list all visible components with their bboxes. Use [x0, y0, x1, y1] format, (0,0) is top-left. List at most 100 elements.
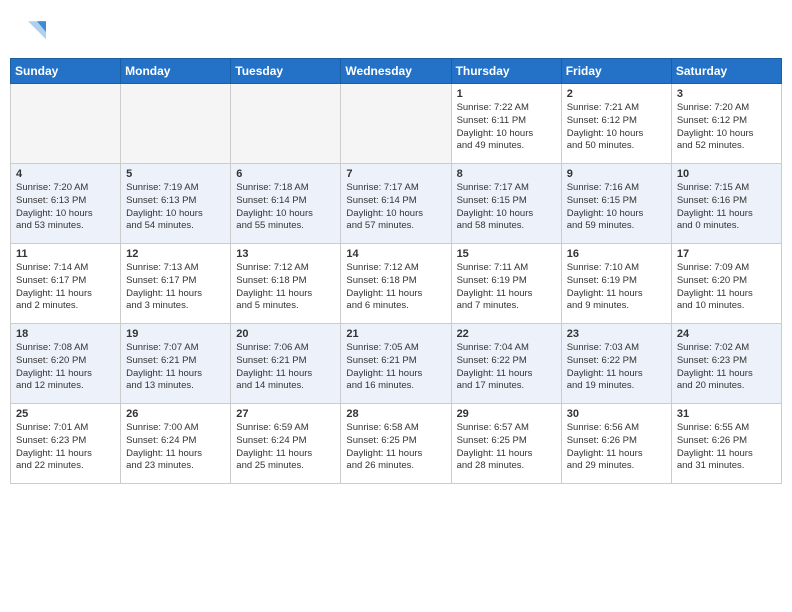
day-number: 30 — [567, 408, 666, 420]
day-number: 5 — [126, 168, 225, 180]
day-number: 6 — [236, 168, 335, 180]
calendar-cell: 14 Sunrise: 7:12 AM Sunset: 6:18 PM Dayli… — [341, 244, 451, 324]
day-number: 17 — [677, 248, 776, 260]
day-number: 24 — [677, 328, 776, 340]
day-number: 29 — [457, 408, 556, 420]
day-number: 22 — [457, 328, 556, 340]
calendar-cell: 9 Sunrise: 7:16 AM Sunset: 6:15 PM Daylig… — [561, 164, 671, 244]
calendar-cell: 20 Sunrise: 7:06 AM Sunset: 6:21 PM Dayli… — [231, 324, 341, 404]
day-info: Sunrise: 7:20 AM Sunset: 6:12 PM Dayligh… — [677, 102, 776, 153]
weekday-header-wednesday: Wednesday — [341, 59, 451, 84]
calendar-cell: 4 Sunrise: 7:20 AM Sunset: 6:13 PM Daylig… — [11, 164, 121, 244]
day-number: 20 — [236, 328, 335, 340]
day-info: Sunrise: 7:02 AM Sunset: 6:23 PM Dayligh… — [677, 342, 776, 393]
calendar-cell: 23Sunrise: 7:03 AM Sunset: 6:22 PM Dayli… — [561, 324, 671, 404]
day-info: Sunrise: 7:06 AM Sunset: 6:21 PM Dayligh… — [236, 342, 335, 393]
calendar-cell: 15 Sunrise: 7:11 AM Sunset: 6:19 PM Dayli… — [451, 244, 561, 324]
calendar-cell: 24 Sunrise: 7:02 AM Sunset: 6:23 PM Dayli… — [671, 324, 781, 404]
calendar-week-row: 1 Sunrise: 7:22 AM Sunset: 6:11 PM Daylig… — [11, 84, 782, 164]
day-number: 11 — [16, 248, 115, 260]
day-number: 13 — [236, 248, 335, 260]
day-info: Sunrise: 6:58 AM Sunset: 6:25 PM Dayligh… — [346, 422, 445, 473]
calendar-cell: 5 Sunrise: 7:19 AM Sunset: 6:13 PM Daylig… — [121, 164, 231, 244]
day-info: Sunrise: 7:17 AM Sunset: 6:15 PM Dayligh… — [457, 182, 556, 233]
day-number: 7 — [346, 168, 445, 180]
day-number: 26 — [126, 408, 225, 420]
day-number: 19 — [126, 328, 225, 340]
day-info: Sunrise: 7:22 AM Sunset: 6:11 PM Dayligh… — [457, 102, 556, 153]
day-info: Sunrise: 7:16 AM Sunset: 6:15 PM Dayligh… — [567, 182, 666, 233]
calendar-cell: 11 Sunrise: 7:14 AM Sunset: 6:17 PM Dayli… — [11, 244, 121, 324]
day-info: Sunrise: 7:09 AM Sunset: 6:20 PM Dayligh… — [677, 262, 776, 313]
calendar-week-row: 11 Sunrise: 7:14 AM Sunset: 6:17 PM Dayli… — [11, 244, 782, 324]
day-info: Sunrise: 7:21 AM Sunset: 6:12 PM Dayligh… — [567, 102, 666, 153]
logo-icon — [10, 14, 46, 50]
calendar-cell — [11, 84, 121, 164]
day-number: 15 — [457, 248, 556, 260]
day-number: 10 — [677, 168, 776, 180]
day-info: Sunrise: 7:11 AM Sunset: 6:19 PM Dayligh… — [457, 262, 556, 313]
day-number: 2 — [567, 88, 666, 100]
day-number: 28 — [346, 408, 445, 420]
calendar-cell — [231, 84, 341, 164]
calendar-cell: 7 Sunrise: 7:17 AM Sunset: 6:14 PM Daylig… — [341, 164, 451, 244]
day-info: Sunrise: 7:12 AM Sunset: 6:18 PM Dayligh… — [236, 262, 335, 313]
day-info: Sunrise: 6:59 AM Sunset: 6:24 PM Dayligh… — [236, 422, 335, 473]
calendar-week-row: 25 Sunrise: 7:01 AM Sunset: 6:23 PM Dayli… — [11, 404, 782, 484]
weekday-header-thursday: Thursday — [451, 59, 561, 84]
calendar-cell: 29 Sunrise: 6:57 AM Sunset: 6:25 PM Dayli… — [451, 404, 561, 484]
day-number: 9 — [567, 168, 666, 180]
day-info: Sunrise: 7:12 AM Sunset: 6:18 PM Dayligh… — [346, 262, 445, 313]
calendar-cell: 27 Sunrise: 6:59 AM Sunset: 6:24 PM Dayli… — [231, 404, 341, 484]
day-number: 14 — [346, 248, 445, 260]
calendar-cell: 17 Sunrise: 7:09 AM Sunset: 6:20 PM Dayli… — [671, 244, 781, 324]
day-info: Sunrise: 7:05 AM Sunset: 6:21 PM Dayligh… — [346, 342, 445, 393]
day-info: Sunrise: 7:17 AM Sunset: 6:14 PM Dayligh… — [346, 182, 445, 233]
calendar-week-row: 18Sunrise: 7:08 AM Sunset: 6:20 PM Dayli… — [11, 324, 782, 404]
calendar-cell: 2 Sunrise: 7:21 AM Sunset: 6:12 PM Daylig… — [561, 84, 671, 164]
calendar-cell: 8 Sunrise: 7:17 AM Sunset: 6:15 PM Daylig… — [451, 164, 561, 244]
calendar-cell: 18Sunrise: 7:08 AM Sunset: 6:20 PM Dayli… — [11, 324, 121, 404]
day-info: Sunrise: 7:08 AM Sunset: 6:20 PM Dayligh… — [16, 342, 115, 393]
calendar-cell: 31Sunrise: 6:55 AM Sunset: 6:26 PM Dayli… — [671, 404, 781, 484]
calendar-cell — [121, 84, 231, 164]
calendar-cell: 26 Sunrise: 7:00 AM Sunset: 6:24 PM Dayli… — [121, 404, 231, 484]
weekday-header-row: SundayMondayTuesdayWednesdayThursdayFrid… — [11, 59, 782, 84]
weekday-header-friday: Friday — [561, 59, 671, 84]
calendar-cell: 28 Sunrise: 6:58 AM Sunset: 6:25 PM Dayli… — [341, 404, 451, 484]
calendar-cell: 12Sunrise: 7:13 AM Sunset: 6:17 PM Dayli… — [121, 244, 231, 324]
day-info: Sunrise: 7:15 AM Sunset: 6:16 PM Dayligh… — [677, 182, 776, 233]
day-info: Sunrise: 7:20 AM Sunset: 6:13 PM Dayligh… — [16, 182, 115, 233]
day-info: Sunrise: 7:10 AM Sunset: 6:19 PM Dayligh… — [567, 262, 666, 313]
calendar-cell: 25 Sunrise: 7:01 AM Sunset: 6:23 PM Dayli… — [11, 404, 121, 484]
calendar-cell: 3 Sunrise: 7:20 AM Sunset: 6:12 PM Daylig… — [671, 84, 781, 164]
day-number: 3 — [677, 88, 776, 100]
page-header — [10, 10, 782, 50]
day-number: 27 — [236, 408, 335, 420]
day-info: Sunrise: 7:00 AM Sunset: 6:24 PM Dayligh… — [126, 422, 225, 473]
calendar-cell: 22Sunrise: 7:04 AM Sunset: 6:22 PM Dayli… — [451, 324, 561, 404]
day-number: 12 — [126, 248, 225, 260]
day-number: 4 — [16, 168, 115, 180]
day-info: Sunrise: 6:56 AM Sunset: 6:26 PM Dayligh… — [567, 422, 666, 473]
day-number: 1 — [457, 88, 556, 100]
logo — [10, 14, 50, 50]
day-number: 25 — [16, 408, 115, 420]
calendar-cell: 6 Sunrise: 7:18 AM Sunset: 6:14 PM Daylig… — [231, 164, 341, 244]
weekday-header-monday: Monday — [121, 59, 231, 84]
calendar-cell — [341, 84, 451, 164]
day-number: 8 — [457, 168, 556, 180]
weekday-header-saturday: Saturday — [671, 59, 781, 84]
day-info: Sunrise: 6:57 AM Sunset: 6:25 PM Dayligh… — [457, 422, 556, 473]
calendar-cell: 19 Sunrise: 7:07 AM Sunset: 6:21 PM Dayli… — [121, 324, 231, 404]
day-info: Sunrise: 7:14 AM Sunset: 6:17 PM Dayligh… — [16, 262, 115, 313]
day-info: Sunrise: 7:01 AM Sunset: 6:23 PM Dayligh… — [16, 422, 115, 473]
calendar-table: SundayMondayTuesdayWednesdayThursdayFrid… — [10, 58, 782, 484]
day-info: Sunrise: 7:07 AM Sunset: 6:21 PM Dayligh… — [126, 342, 225, 393]
calendar-cell: 13 Sunrise: 7:12 AM Sunset: 6:18 PM Dayli… — [231, 244, 341, 324]
day-info: Sunrise: 7:19 AM Sunset: 6:13 PM Dayligh… — [126, 182, 225, 233]
day-number: 23 — [567, 328, 666, 340]
day-number: 31 — [677, 408, 776, 420]
calendar-cell: 16Sunrise: 7:10 AM Sunset: 6:19 PM Dayli… — [561, 244, 671, 324]
day-info: Sunrise: 7:18 AM Sunset: 6:14 PM Dayligh… — [236, 182, 335, 233]
